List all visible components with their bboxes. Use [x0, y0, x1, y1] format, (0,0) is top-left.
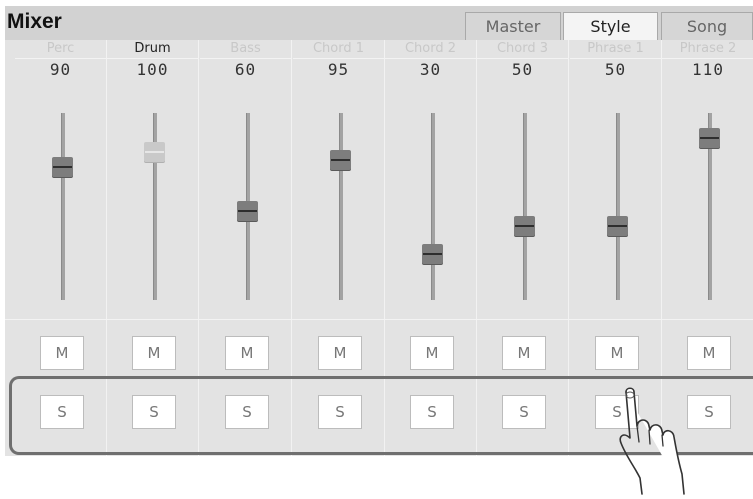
- page-title: Mixer: [7, 10, 62, 33]
- volume-slider-handle[interactable]: [144, 142, 165, 162]
- channel-name[interactable]: Chord 2: [385, 40, 476, 59]
- volume-slider-handle[interactable]: [607, 216, 628, 236]
- mute-button[interactable]: M: [318, 336, 362, 370]
- channel-name[interactable]: Drum: [107, 40, 198, 59]
- title-bar: Mixer Master Style Song: [5, 6, 753, 40]
- volume-slider-track[interactable]: [339, 113, 343, 300]
- channel-volume-value: 30: [419, 60, 442, 79]
- volume-slider-track[interactable]: [616, 113, 620, 300]
- volume-slider-track[interactable]: [61, 113, 65, 300]
- volume-slider-handle[interactable]: [237, 201, 258, 221]
- channel-volume-value: 60: [234, 60, 257, 79]
- volume-slider-handle[interactable]: [422, 244, 443, 264]
- volume-slider-track[interactable]: [523, 113, 527, 300]
- mute-button[interactable]: M: [40, 336, 84, 370]
- hand-pointer-icon: [619, 387, 685, 495]
- channel-volume-value: 50: [511, 60, 534, 79]
- divider: [5, 319, 753, 320]
- tab-style[interactable]: Style: [563, 12, 658, 40]
- mute-button[interactable]: M: [595, 336, 639, 370]
- channel-name[interactable]: Phrase 2: [662, 40, 753, 59]
- channel-name[interactable]: Phrase 1: [570, 40, 661, 59]
- volume-slider-handle[interactable]: [514, 216, 535, 236]
- channel-volume-value: 95: [327, 60, 350, 79]
- channel-name[interactable]: Chord 3: [477, 40, 568, 59]
- tab-master[interactable]: Master: [465, 12, 561, 40]
- mute-button[interactable]: M: [502, 336, 546, 370]
- mute-button[interactable]: M: [132, 336, 176, 370]
- channel-volume-value: 100: [136, 60, 169, 79]
- volume-slider-track[interactable]: [431, 113, 435, 300]
- channel-name[interactable]: Chord 1: [293, 40, 384, 59]
- channel-name[interactable]: Bass: [200, 40, 291, 59]
- tab-song[interactable]: Song: [661, 12, 753, 40]
- channel-volume-value: 50: [604, 60, 627, 79]
- channel-name[interactable]: Perc: [15, 40, 106, 59]
- mute-button[interactable]: M: [687, 336, 731, 370]
- mute-button[interactable]: M: [410, 336, 454, 370]
- volume-slider-handle[interactable]: [52, 157, 73, 177]
- channel-volume-value: 110: [692, 60, 724, 79]
- channel-volume-value: 90: [49, 60, 72, 79]
- volume-slider-handle[interactable]: [699, 128, 720, 148]
- volume-slider-handle[interactable]: [330, 150, 351, 170]
- mute-button[interactable]: M: [225, 336, 269, 370]
